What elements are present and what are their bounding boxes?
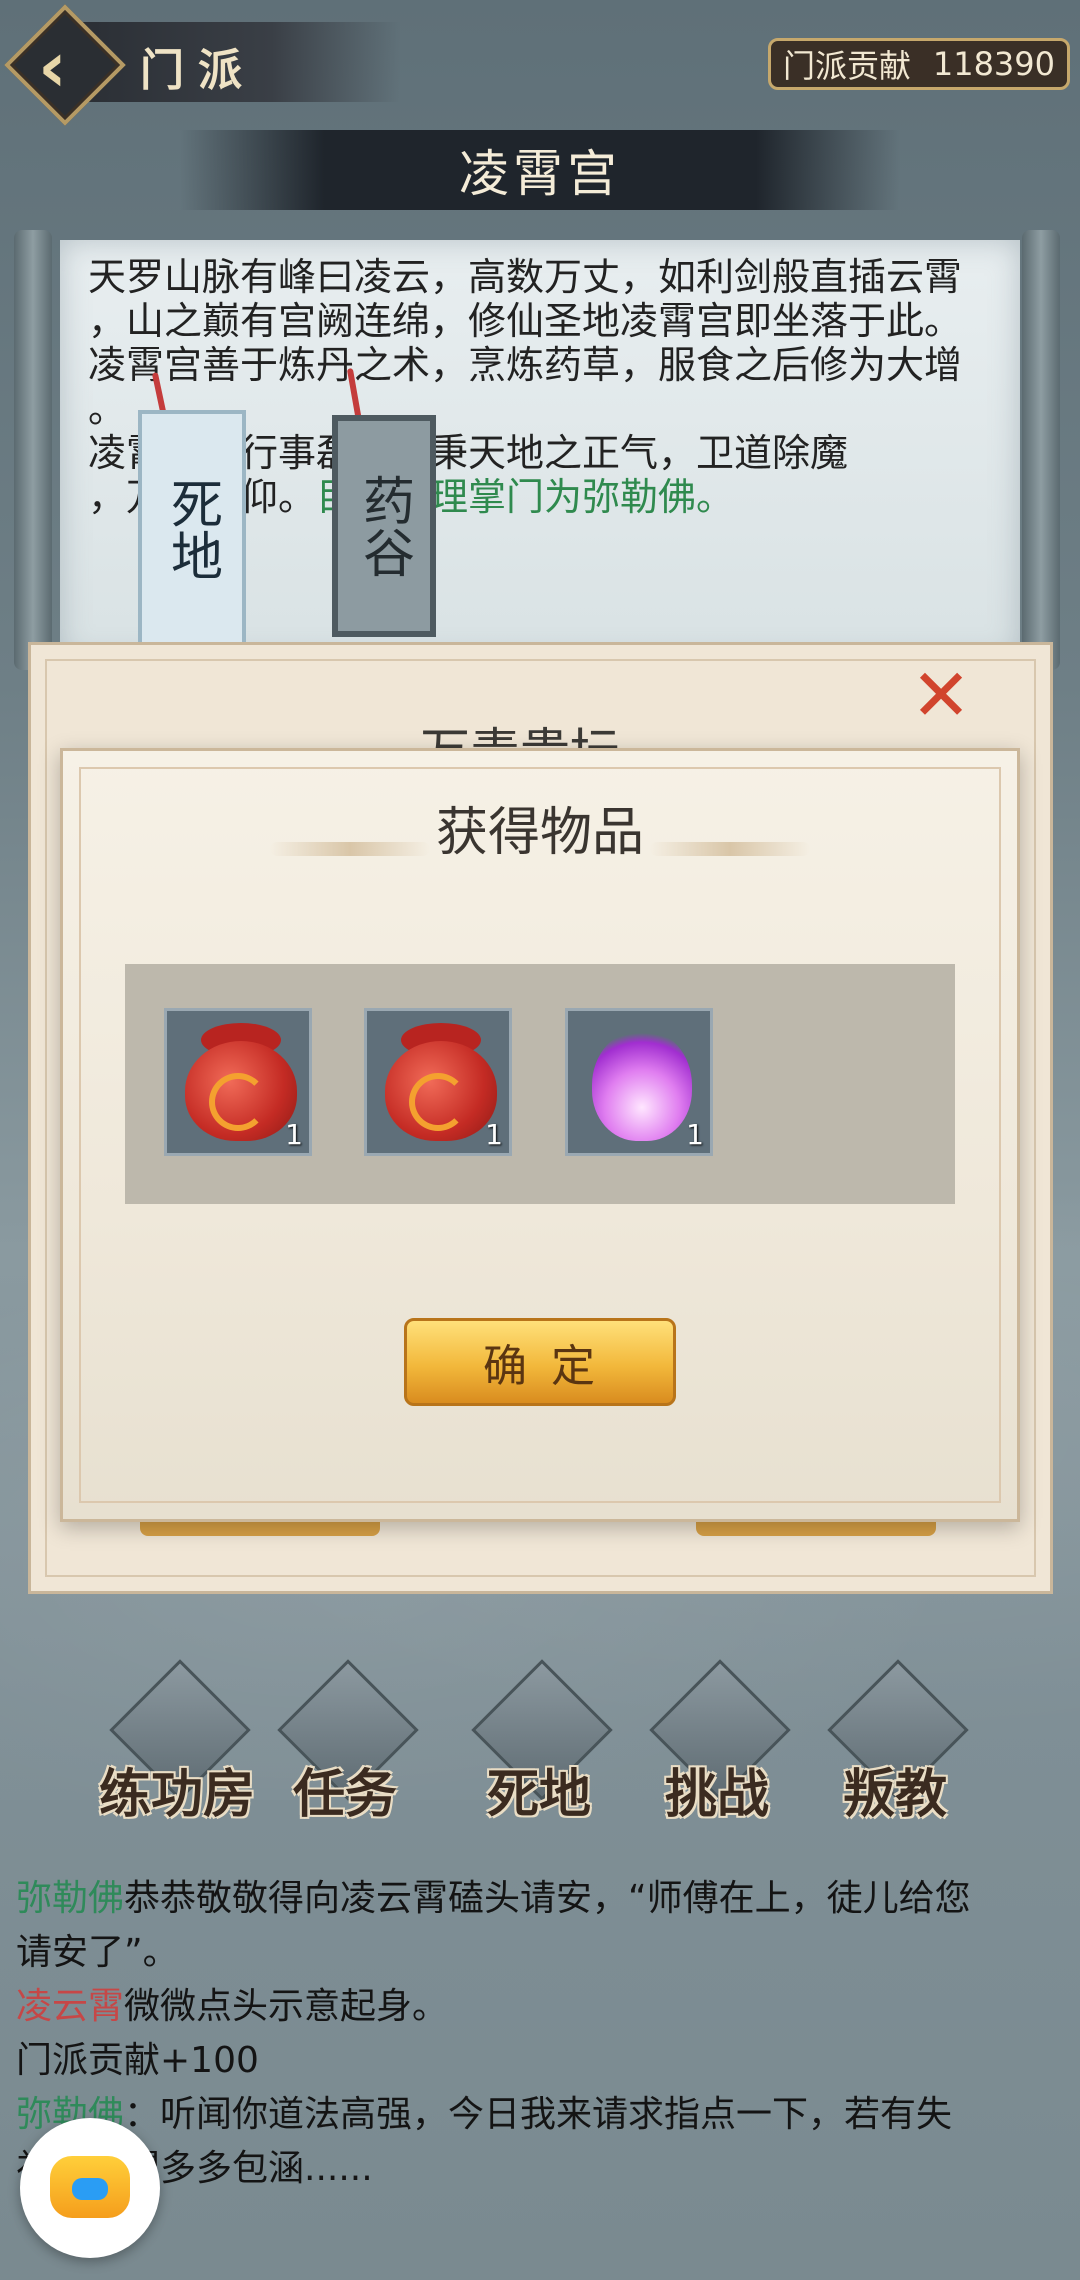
contribution-value: 118390 (932, 45, 1055, 83)
gamepad-icon[interactable] (20, 2118, 160, 2258)
reward-item-slot[interactable]: 1 (364, 1008, 512, 1156)
title-decoration (650, 842, 810, 856)
menu-tasks[interactable]: 任务 (260, 1659, 430, 1830)
confirm-button[interactable]: 确定 (404, 1318, 676, 1406)
menu-label: 叛教 (842, 1764, 947, 1825)
log-line: 礼，还望多多包涵...... (16, 2148, 373, 2189)
menu-label: 死地 (486, 1764, 591, 1825)
button-edge-decoration (140, 1520, 380, 1536)
back-button[interactable]: ‹ (4, 4, 126, 126)
log-line: 凌云霄微微点头示意起身。 (16, 1980, 1066, 2034)
item-count: 1 (686, 1118, 704, 1151)
reward-item-slot[interactable]: 1 (164, 1008, 312, 1156)
menu-label: 练功房 (98, 1764, 255, 1825)
menu-betray[interactable]: 叛教 (810, 1659, 980, 1830)
menu-death-land[interactable]: 死地 (454, 1659, 624, 1830)
item-count: 1 (285, 1118, 303, 1151)
menu-training-room[interactable]: 练功房 (92, 1659, 262, 1830)
desc-line: ，山之巅有宫阙连绵，修仙圣地凌霄宫即坐落于此。 (88, 299, 963, 343)
menu-label: 任务 (292, 1764, 397, 1825)
page-title: 门派 (140, 45, 256, 96)
menu-challenge[interactable]: 挑战 (632, 1659, 802, 1830)
chevron-left-icon: ‹ (38, 26, 67, 108)
item-count: 1 (485, 1118, 503, 1151)
title-decoration (270, 842, 430, 856)
tab-herb-valley[interactable]: 药谷 (332, 415, 436, 637)
log-line: 请安了”。 (16, 1932, 179, 1973)
contribution-display: 门派贡献 118390 (768, 38, 1070, 90)
log-line: 弥勒佛恭恭敬敬得向凌云霄磕头请安，“师傅在上，徒儿给您 (16, 1872, 1066, 1926)
character-name[interactable]: 凌云霄 (16, 1986, 124, 2027)
log-line: 弥勒佛：听闻你道法高强，今日我来请求指点一下，若有失 (16, 2088, 1066, 2142)
tab-death-land[interactable]: 死地 (138, 410, 246, 648)
button-edge-decoration (696, 1520, 936, 1536)
gamepad-body (50, 2156, 130, 2218)
log-text: 微微点头示意起身。 (124, 1986, 449, 2027)
desc-line: 天罗山脉有峰曰凌云，高数万丈，如利剑般直插云霄 (88, 255, 963, 299)
scroll-rod-left (14, 230, 52, 670)
sect-name: 凌霄宫 (459, 145, 621, 203)
event-log: 弥勒佛恭恭敬敬得向凌云霄磕头请安，“师傅在上，徒儿给您 请安了”。 凌云霄微微点… (16, 1872, 1066, 2196)
scroll-rod-right (1022, 230, 1060, 670)
log-text: ：听闻你道法高强，今日我来请求指点一下，若有失 (124, 2094, 953, 2135)
log-text: 恭恭敬敬得向凌云霄磕头请安，“师傅在上，徒儿给您 (124, 1878, 971, 1919)
purple-flame-icon (592, 1029, 692, 1141)
contribution-label: 门派贡献 (783, 47, 912, 85)
pouch-swirl (409, 1073, 467, 1131)
close-icon[interactable]: ✕ (906, 659, 976, 731)
reward-dialog-title: 获得物品 (435, 803, 644, 863)
sect-name-banner: 凌霄宫 (180, 130, 900, 210)
menu-label: 挑战 (664, 1764, 769, 1825)
pouch-swirl (209, 1073, 267, 1131)
log-line: 门派贡献+100 (16, 2040, 259, 2081)
character-name[interactable]: 弥勒佛 (16, 1878, 124, 1919)
reward-item-slot[interactable]: 1 (565, 1008, 713, 1156)
desc-line: 凌霄宫善于炼丹之术，烹炼药草，服食之后修为大增 (88, 343, 963, 387)
